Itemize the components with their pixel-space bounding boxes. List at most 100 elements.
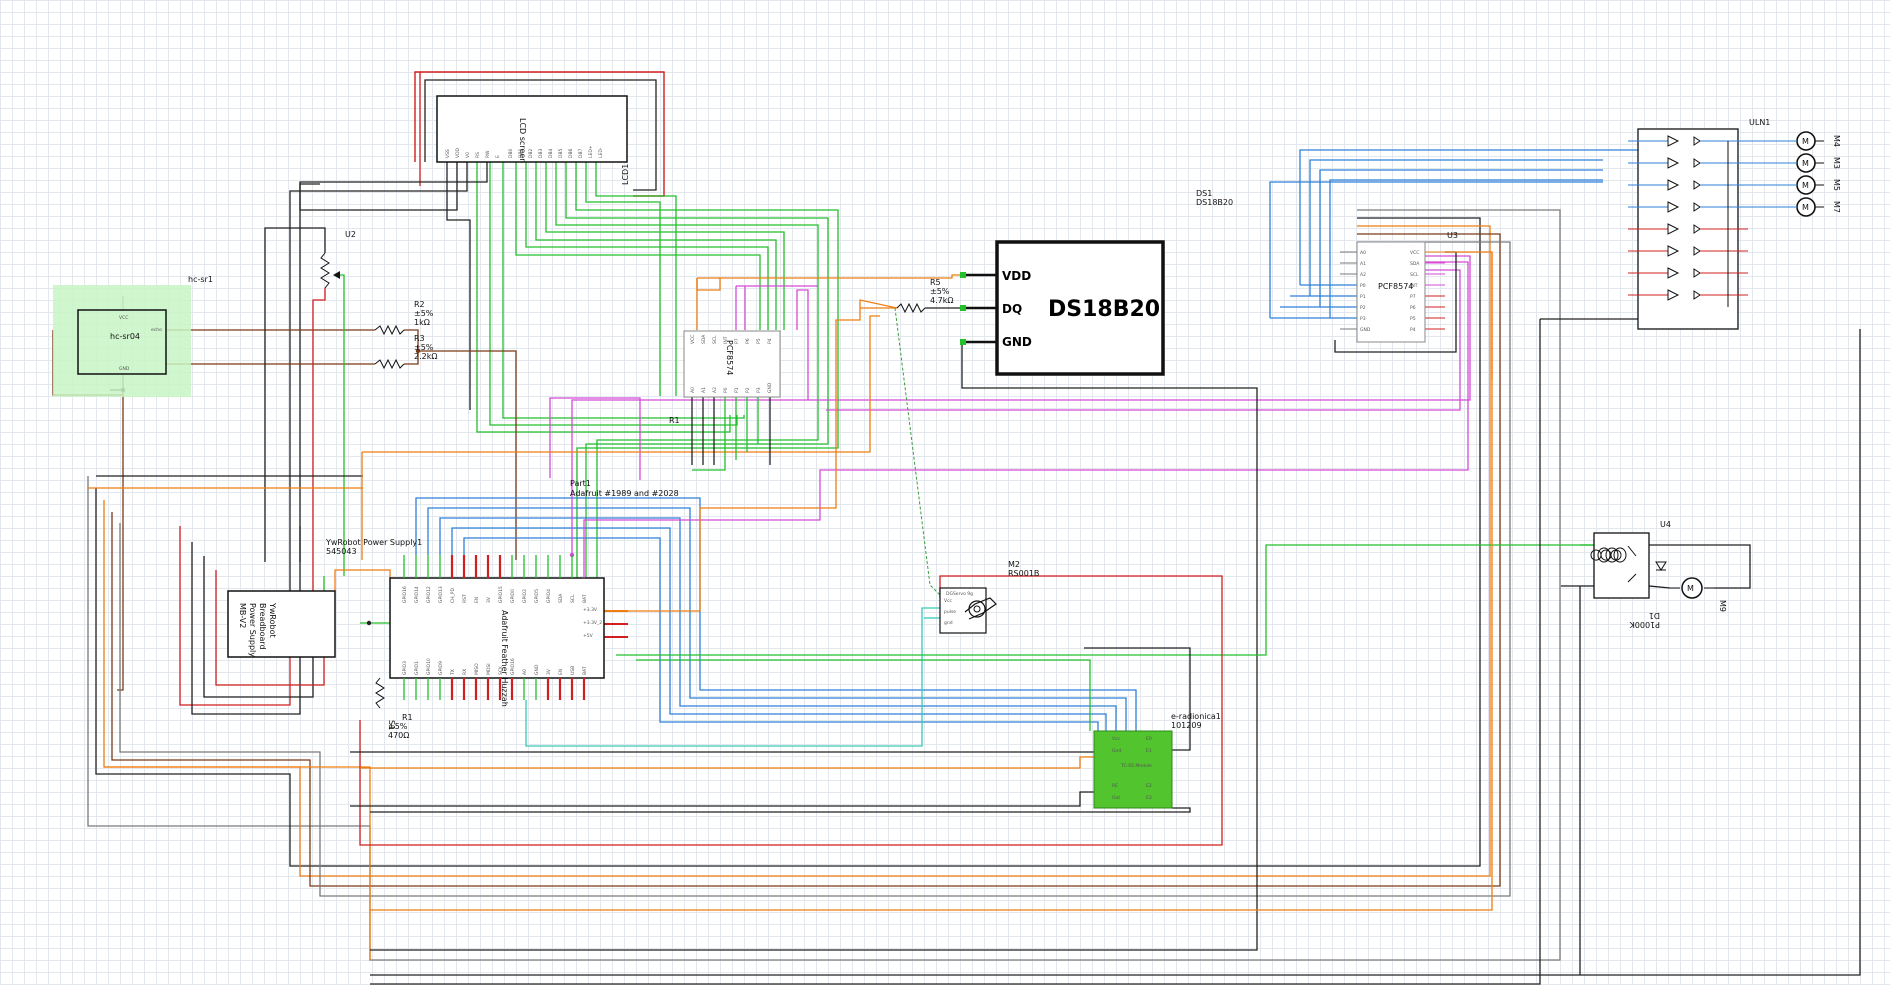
wire-orange[interactable] <box>696 277 721 291</box>
pcf-mid-top-1: SDA <box>701 334 707 344</box>
esp-top-pin-9: GPIO0 <box>510 589 516 603</box>
sensor-ref: hc-sr1 <box>188 275 213 284</box>
motor-symbol: M <box>1802 159 1809 168</box>
resistor-r2[interactable]: R2 ±5% 1kΩ <box>374 300 434 336</box>
potentiometer-u2[interactable]: U2 <box>320 230 356 289</box>
sensor-vcc-pin: VCC <box>119 315 128 321</box>
diode-name: D1 <box>1649 611 1660 620</box>
lcd-pin-db4: DB4 <box>548 148 554 158</box>
wire-black[interactable] <box>95 217 1481 867</box>
wire-green[interactable] <box>545 162 785 330</box>
r1-name: R1 <box>402 713 413 722</box>
wire-orange[interactable] <box>697 274 962 279</box>
esp-top-pin-4: CH_PD <box>450 588 456 603</box>
wire-orange[interactable] <box>360 756 1094 769</box>
resistor-r5[interactable]: R5 ±5% 4.7kΩ <box>896 278 953 314</box>
r3-tol: ±5% <box>414 343 434 352</box>
servo-motor[interactable]: DGServo 9g Vcc pulse gnd M2 RS001B <box>939 560 1039 634</box>
pcf-right-right-5: P6 <box>1410 305 1416 311</box>
wire-green[interactable] <box>515 162 761 330</box>
esp-bottom-pin-1: GPIO1 <box>414 661 420 675</box>
lcd-name: LCD1 <box>621 164 630 185</box>
touch-sensor-module[interactable]: TC-SS Module Vcc Gnd RE Out E0 E1 E2 E3 … <box>1093 712 1221 809</box>
m9-name: M9 <box>1718 600 1727 612</box>
esp-bottom-pin-0: GPIO3 <box>402 661 408 675</box>
wire-green[interactable] <box>636 659 1091 731</box>
wire-green[interactable] <box>595 162 677 396</box>
wire-orange[interactable] <box>104 766 371 960</box>
esp-bottom-pin-3: GPIO9 <box>438 661 444 675</box>
wire-green[interactable] <box>340 274 345 576</box>
microcontroller-board[interactable]: Adafruit Feather Huzzah Part1 Adafruit #… <box>389 479 679 707</box>
wire-magenta[interactable] <box>549 397 641 480</box>
wire-black[interactable] <box>350 791 1094 807</box>
pcf-right-left-1: A1 <box>1360 261 1366 267</box>
pcf-right-left-5: P2 <box>1360 305 1366 311</box>
servo-pin-gnd: gnd <box>944 620 953 626</box>
esp-bottom-pin-7: MOSI <box>486 663 492 675</box>
motor-m9[interactable]: M M9 <box>1670 577 1727 612</box>
motor-group[interactable]: M M4 M M3 M M5 M M7 <box>1748 131 1841 217</box>
motor-name-m3: M3 <box>1832 157 1841 169</box>
r2-tol: ±5% <box>414 309 434 318</box>
r1-tol: ±5% <box>388 722 408 731</box>
wire-gray[interactable] <box>87 209 1561 961</box>
wire-black[interactable] <box>299 162 488 562</box>
wire-orange[interactable] <box>334 569 391 591</box>
sensor-echo-pin: echo <box>151 327 162 333</box>
diode-d1[interactable]: D1 P1000K <box>1629 611 1660 629</box>
wire-red[interactable] <box>312 288 326 576</box>
wire-green[interactable] <box>525 162 769 330</box>
pcf-mid-net: R1 <box>669 416 680 425</box>
wire-dgreen[interactable] <box>894 307 941 596</box>
wire-green[interactable] <box>585 162 661 396</box>
u2-name: U2 <box>345 230 356 239</box>
sensor-gnd-pin: GND <box>119 366 130 372</box>
resistor-r3[interactable]: R3 ±5% 2.2kΩ <box>374 334 437 370</box>
pcf-right-right-7: P4 <box>1410 327 1416 333</box>
wire-gray[interactable] <box>119 241 1511 897</box>
lcd-pin-led+: LED+ <box>588 145 594 158</box>
esp-bottom-pin-4: TX <box>450 669 456 676</box>
wire-green[interactable] <box>692 397 726 471</box>
servo-pin-vcc: Vcc <box>944 598 953 604</box>
pcf-right-right-6: P5 <box>1410 316 1416 322</box>
wire-black[interactable] <box>370 807 1191 813</box>
ds-dq-pin: DQ <box>1002 302 1022 316</box>
wire-green[interactable] <box>616 544 1594 656</box>
m9-symbol: M <box>1687 584 1694 593</box>
lcd-pin-db7: DB7 <box>578 148 584 158</box>
wire-black[interactable] <box>299 162 458 211</box>
module-pin-e1: E1 <box>1146 748 1152 754</box>
wire-black[interactable] <box>446 162 471 410</box>
pcf8574-u3[interactable]: PCF8574 U3 A0 A1 A2 P0 P1 P2 P3 GND VCC SDA SCL INT… <box>1356 231 1458 343</box>
wire-black[interactable] <box>1648 585 1671 589</box>
pcf-mid-top-2: SCL <box>712 335 718 344</box>
temperature-sensor[interactable]: DS18B20 VDD DQ GND DS1 DS18B20 <box>960 189 1233 376</box>
motor-name-m5: M5 <box>1832 179 1841 191</box>
power-body-text-line2: Breadboard <box>258 603 267 650</box>
module-body-text: TC-SS Module <box>1120 763 1152 769</box>
pcf-right-left-2: A2 <box>1360 272 1366 278</box>
wire-black[interactable] <box>264 227 326 562</box>
esp-top-pin-8: GPIO15 <box>498 586 504 603</box>
wire-black[interactable] <box>289 162 468 576</box>
diode-desc: P1000K <box>1629 620 1660 629</box>
r3-value: 2.2kΩ <box>414 352 437 361</box>
lcd-pin-vss: VSS <box>445 149 451 158</box>
sensor-body-text: hc-sr04 <box>110 332 140 341</box>
lcd-display[interactable]: LCD screen LCD1 VSS VDD V0 RS RW E DB0 DB1 DB2 DB… <box>436 95 630 185</box>
lcd-pin-db5: DB5 <box>558 148 564 158</box>
uln-driver[interactable]: ULN1 <box>1628 118 1770 330</box>
pcf-right-right-3: INT <box>1410 283 1418 289</box>
servo-desc: RS001B <box>1008 569 1039 578</box>
module-pin-e3: E3 <box>1146 795 1152 801</box>
lcd-pin-rs: RS <box>475 152 481 158</box>
ultrasonic-sensor[interactable]: hc-sr04 hc-sr1 VCC echo GND <box>53 275 213 397</box>
pcf-mid-bottom-4: P1 <box>734 387 740 393</box>
pcf-right-name: U3 <box>1447 231 1458 240</box>
r5-value: 4.7kΩ <box>930 296 953 305</box>
esp-top-pin-14: SCL <box>570 594 576 603</box>
servo-pin-pulse: pulse <box>944 609 956 615</box>
resistor-r1[interactable]: R1 ±5% 470Ω <box>388 713 413 740</box>
